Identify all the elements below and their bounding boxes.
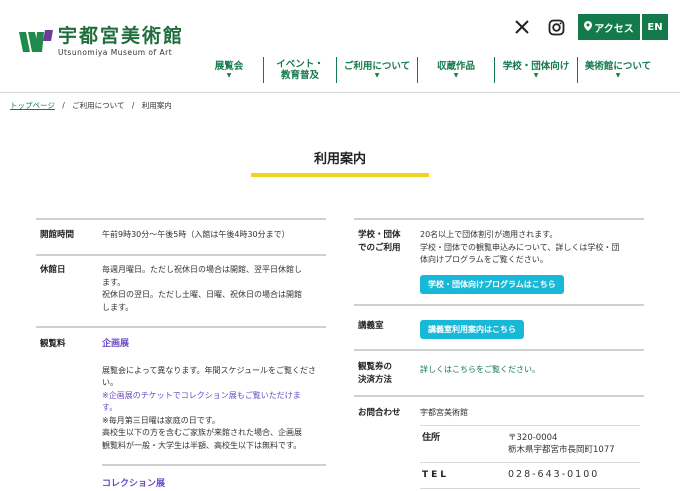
chevron-down-icon: ▼	[615, 72, 621, 79]
chevron-down-icon: ▼	[453, 72, 459, 79]
closed-line: 祝休日の翌日。ただし土曜、日曜、祝休日の場合は開館	[102, 290, 302, 299]
nav-events[interactable]: イベント・ 教育普及	[264, 56, 336, 84]
nav-label-line2: 教育普及	[280, 70, 319, 81]
breadcrumb-separator: /	[62, 101, 65, 110]
hours-label: 開館時間	[40, 230, 75, 240]
breadcrumb-home-link[interactable]: トップページ	[10, 101, 55, 110]
nav-label: 学校・団体向け	[502, 61, 570, 72]
site-header: 宇都宮美術館 Utsunomiya Museum of Art アクセス EN	[0, 0, 680, 93]
contact-org: 宇都宮美術館	[420, 407, 468, 417]
chevron-down-icon: ▼	[226, 72, 232, 79]
groups-body: 20名以上で団体割引が適用されます。 学校・団体での観覧申込みについて、詳しくは…	[420, 229, 644, 294]
nav-label: ご利用について	[343, 61, 411, 72]
closed-row: 休館日 毎週月曜日。ただし祝休日の場合は開館、翌平日休館し ます。 祝休日の翌日…	[36, 254, 326, 326]
chevron-down-icon: ▼	[533, 72, 539, 79]
lecture-row: 講義室 講義室利用案内はこちら	[354, 303, 644, 349]
groups-label-line: 学校・団体	[358, 230, 401, 240]
nav-schools[interactable]: 学校・団体向け ▼	[495, 56, 577, 84]
hours-row: 開館時間 午前9時30分～午後5時（入館は午後4時30分まで）	[36, 218, 326, 254]
nav-label: 収蔵作品	[436, 61, 475, 72]
x-twitter-icon[interactable]	[510, 15, 534, 39]
nav-label: 美術館について	[584, 61, 652, 72]
school-program-button[interactable]: 学校・団体向けプログラムはこちら	[420, 274, 564, 294]
breadcrumb-parent: ご利用について	[72, 101, 125, 110]
contact-address-row: 住所 〒320-0004 栃木県宇都宮市長岡町1077	[420, 425, 640, 463]
fees-special-line: 展覧会によって異なります。年間スケジュールをご覧くださ	[102, 365, 316, 375]
contact-row: お問合わせ 宇都宮美術館 住所 〒320-0004 栃木県宇都宮市長岡町1077…	[354, 394, 644, 489]
contact-table: 住所 〒320-0004 栃木県宇都宮市長岡町1077 TEL 028-643-…	[420, 425, 640, 489]
nav-exhibitions[interactable]: 展覧会 ▼	[195, 56, 263, 84]
map-pin-icon	[584, 20, 593, 34]
contact-tel-row: TEL 028-643-0100	[420, 463, 640, 489]
groups-row: 学校・団体 でのご利用 20名以上で団体割引が適用されます。 学校・団体での観覧…	[354, 218, 644, 304]
lecture-room-button[interactable]: 講義室利用案内はこちら	[420, 319, 524, 339]
access-button[interactable]: アクセス	[578, 14, 640, 40]
postal-code: 〒320-0004	[508, 433, 558, 443]
breadcrumb: トップページ / ご利用について / 利用案内	[10, 100, 172, 111]
groups-line: 体向けプログラムをご覧ください。	[420, 255, 548, 264]
info-column-left: 開館時間 午前9時30分～午後5時（入館は午後4時30分まで） 休館日 毎週月曜…	[36, 218, 326, 491]
logo-mark-icon	[18, 29, 54, 55]
contact-body: 宇都宮美術館 住所 〒320-0004 栃木県宇都宮市長岡町1077 TEL 0…	[420, 407, 644, 489]
address-text: 栃木県宇都宮市長岡町1077	[508, 445, 615, 455]
contact-label: お問合わせ	[358, 407, 401, 418]
logo-jp-text: 宇都宮美術館	[58, 25, 185, 47]
payment-label: 観覧券の 決済方法	[354, 361, 420, 387]
lecture-label: 講義室	[358, 320, 384, 331]
fees-row: 観覧料 企画展 展覧会によって異なります。年間スケジュールをご覧くださ い。 ※…	[36, 326, 326, 491]
breadcrumb-current: 利用案内	[141, 101, 172, 110]
fees-special-line: 高校生以下の方を含むご家族が来館された場合、企画展	[102, 428, 302, 437]
access-label: アクセス	[594, 23, 634, 35]
closed-text: 毎週月曜日。ただし祝休日の場合は開館、翌平日休館し ます。 祝休日の翌日。ただし…	[102, 264, 326, 314]
fees-special-line: い。	[102, 378, 118, 387]
fees-special-note: す。	[102, 403, 118, 412]
closed-line: 毎週月曜日。ただし祝休日の場合は開館、翌平日休館し	[102, 265, 302, 274]
utility-bar: アクセス EN	[510, 14, 668, 40]
chevron-down-icon: ▼	[374, 72, 380, 79]
fees-special-line: 観覧料が一般・大学生は半額、高校生以下は無料です。	[102, 440, 302, 450]
special-exhibition-heading: 企画展	[102, 339, 130, 349]
english-label: EN	[647, 21, 663, 33]
closed-line: します。	[102, 302, 134, 312]
lecture-body: 講義室利用案内はこちら	[420, 319, 644, 339]
nav-about[interactable]: 美術館について ▼	[578, 56, 658, 84]
groups-line: 学校・団体での観覧申込みについて、詳しくは学校・団	[420, 242, 620, 252]
payment-link[interactable]: 詳しくはこちらをご覧ください。	[420, 365, 540, 374]
fees-label: 観覧料	[40, 339, 66, 349]
breadcrumb-separator: /	[131, 101, 135, 110]
payment-label-line: 観覧券の	[358, 361, 393, 372]
info-column-right: 学校・団体 でのご利用 20名以上で団体割引が適用されます。 学校・団体での観覧…	[354, 218, 644, 489]
address-label: 住所	[422, 433, 441, 443]
english-button[interactable]: EN	[642, 14, 668, 40]
logo-en-text: Utsunomiya Museum of Art	[58, 48, 173, 57]
address-value: 〒320-0004 栃木県宇都宮市長岡町1077	[508, 432, 640, 456]
nav-collection[interactable]: 収蔵作品 ▼	[418, 56, 494, 84]
instagram-icon[interactable]	[544, 15, 568, 39]
closed-line: ます。	[102, 277, 126, 287]
payment-body: 詳しくはこちらをご覧ください。	[420, 361, 644, 387]
fees-special-note: ※企画展のチケットでコレクション展もご覧いただけま	[102, 390, 301, 400]
global-nav: 展覧会 ▼ イベント・ 教育普及 ご利用について ▼ 収蔵作品 ▼ 学校・団体向…	[195, 56, 674, 84]
fees-body: 企画展 展覧会によって異なります。年間スケジュールをご覧くださ い。 ※企画展の…	[102, 338, 326, 491]
page-title: 利用案内	[313, 152, 366, 167]
groups-line: 20名以上で団体割引が適用されます。	[420, 230, 558, 239]
hours-text: 午前9時30分～午後5時（入館は午後4時30分まで）	[102, 230, 290, 239]
fees-special-line: ※毎月第三日曜は家庭の日です。	[102, 415, 220, 425]
groups-label: 学校・団体 でのご利用	[354, 229, 420, 294]
nav-label: イベント・	[276, 59, 324, 70]
closed-label: 休館日	[40, 265, 66, 275]
nav-visit[interactable]: ご利用について ▼	[337, 56, 417, 84]
payment-label-line: 決済方法	[358, 374, 393, 385]
title-underline	[251, 173, 429, 177]
nav-label: 展覧会	[214, 61, 244, 72]
payment-row: 観覧券の 決済方法 詳しくはこちらをご覧ください。	[354, 348, 644, 395]
collection-divider: コレクション展	[102, 464, 326, 491]
site-logo[interactable]: 宇都宮美術館 Utsunomiya Museum of Art	[18, 26, 184, 57]
groups-label-line: でのご利用	[358, 243, 401, 253]
